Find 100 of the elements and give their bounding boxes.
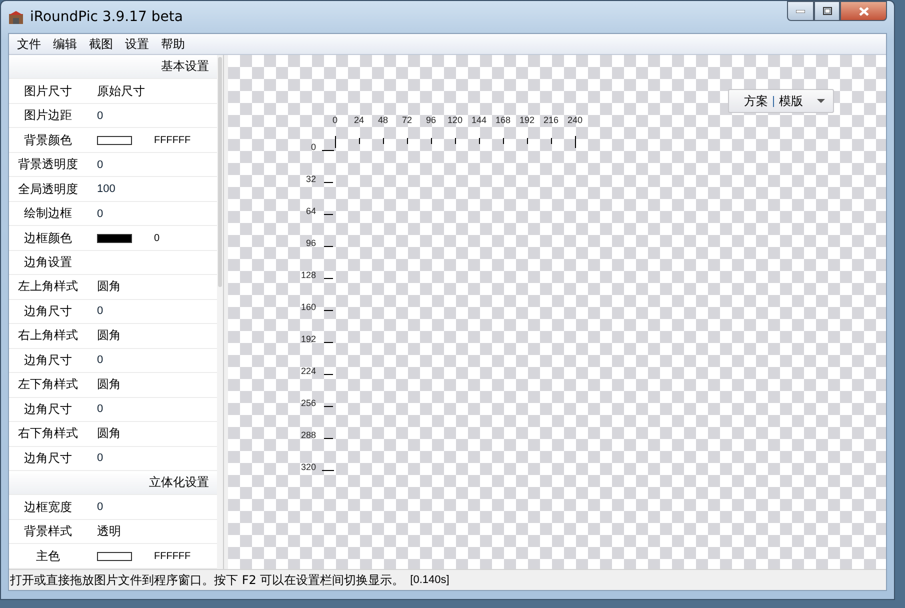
ruler-label: 64 xyxy=(304,206,316,216)
ruler-tick xyxy=(407,138,408,144)
ruler-label: 120 xyxy=(447,115,463,125)
ruler-tick xyxy=(551,138,552,144)
property-label: 左下角样式 xyxy=(17,376,79,394)
ruler-label: 96 xyxy=(424,115,437,125)
property-value: 透明 xyxy=(97,523,121,540)
property-label: 边框颜色 xyxy=(23,230,73,247)
property-label: 边角尺寸 xyxy=(23,400,73,418)
ruler-label: 256 xyxy=(300,398,316,408)
menu-item[interactable]: 截图 xyxy=(83,34,119,54)
property-label: 图片尺寸 xyxy=(23,82,73,100)
ruler-tick xyxy=(527,138,528,144)
ruler-tick xyxy=(322,150,334,151)
property-label: 左上角样式 xyxy=(17,278,79,296)
ruler-tick xyxy=(324,342,333,343)
property-label: 图片边距 xyxy=(23,107,73,124)
ruler-tick xyxy=(575,136,576,148)
ruler-tick xyxy=(431,138,432,144)
property-label: 背景颜色 xyxy=(23,132,73,149)
caret-icon xyxy=(817,99,825,103)
property-value: 0 xyxy=(97,354,104,366)
property-label: 边角尺寸 xyxy=(23,302,73,320)
ruler-tick xyxy=(324,438,333,439)
property-label: 背景透明度 xyxy=(17,156,79,174)
minimize-button[interactable] xyxy=(787,1,814,21)
color-swatch[interactable] xyxy=(97,234,132,243)
property-value: 0 xyxy=(97,158,104,171)
ruler-tick xyxy=(324,246,333,247)
property-value: FFFFFF xyxy=(154,134,191,146)
ruler-tick xyxy=(322,470,334,471)
property-value: 0 xyxy=(97,403,104,416)
property-label: 边角设置 xyxy=(23,254,73,271)
color-swatch[interactable] xyxy=(97,136,132,145)
ruler-label: 24 xyxy=(352,115,365,125)
ruler-label: 288 xyxy=(300,430,316,440)
scrollbar-thumb[interactable] xyxy=(218,57,222,287)
property-label: 右下角样式 xyxy=(17,425,79,442)
app-icon xyxy=(8,10,24,24)
ruler-tick xyxy=(324,374,333,375)
ruler-tick xyxy=(383,138,384,144)
maximize-button[interactable] xyxy=(814,1,840,21)
ruler-tick xyxy=(455,138,456,144)
property-value: FFFFFF xyxy=(154,550,191,562)
ruler-label: 240 xyxy=(567,115,583,125)
ruler-label: 224 xyxy=(300,366,316,376)
ruler-label: 0 xyxy=(331,115,338,125)
ruler-label: 144 xyxy=(471,115,487,125)
menu-item[interactable]: 文件 xyxy=(11,34,47,54)
ruler-tick xyxy=(324,182,333,183)
property-value: 0 xyxy=(97,452,104,464)
property-value: 0 xyxy=(154,232,160,244)
ruler-label: 160 xyxy=(300,302,316,312)
menu-item[interactable]: 设置 xyxy=(119,34,155,54)
ruler-tick xyxy=(503,138,504,144)
ruler-tick xyxy=(324,406,333,407)
ruler-tick xyxy=(335,136,336,148)
ruler-tick xyxy=(359,138,360,144)
property-value: 0 xyxy=(97,305,104,318)
property-value: 圆角 xyxy=(97,278,121,296)
menu-item[interactable]: 编辑 xyxy=(47,34,83,54)
property-label: 全局透明度 xyxy=(17,180,79,198)
color-swatch[interactable] xyxy=(97,552,132,561)
menu-item[interactable]: 帮助 xyxy=(155,34,191,54)
property-value: 原始尺寸 xyxy=(97,82,145,100)
ruler-tick xyxy=(324,278,333,279)
close-icon xyxy=(858,6,868,16)
ruler-label: 0 xyxy=(310,142,316,152)
close-button[interactable] xyxy=(840,1,887,21)
property-value: 0 xyxy=(97,501,104,514)
ruler-label: 192 xyxy=(300,334,316,344)
property-value: 0 xyxy=(97,208,104,220)
property-value: 圆角 xyxy=(97,327,121,344)
status-timing: [0.140s] xyxy=(410,574,450,586)
ruler-label: 320 xyxy=(300,462,316,472)
property-label: 边框宽度 xyxy=(23,498,73,516)
ruler-label: 32 xyxy=(304,174,316,184)
ruler-tick xyxy=(479,138,480,144)
ruler-label: 216 xyxy=(543,115,559,125)
minimize-icon xyxy=(796,10,805,12)
ruler-label: 168 xyxy=(495,115,511,125)
window-title: iRoundPic 3.9.17 beta xyxy=(30,9,183,25)
status-message: 打开或直接拖放图片文件到程序窗口。按下 F2 可以在设置栏间切换显示。 xyxy=(10,572,404,588)
ruler-label: 96 xyxy=(304,238,316,248)
scheme-dropdown[interactable]: 方案 模版 xyxy=(728,89,834,113)
property-value: 圆角 xyxy=(97,425,121,442)
ruler-label: 128 xyxy=(300,270,316,280)
ruler-tick xyxy=(324,214,333,215)
ruler-label: 192 xyxy=(519,115,535,125)
ruler-label: 48 xyxy=(376,115,389,125)
property-label: 边角尺寸 xyxy=(23,450,73,467)
property-label: 背景样式 xyxy=(23,523,73,540)
property-label: 右上角样式 xyxy=(17,327,79,344)
scrollbar[interactable] xyxy=(217,55,223,569)
property-value: 圆角 xyxy=(97,376,121,394)
property-label: 边角尺寸 xyxy=(23,352,73,369)
ruler-tick xyxy=(324,310,333,311)
property-value: 100 xyxy=(97,183,116,196)
property-value: 0 xyxy=(97,110,104,122)
ruler-label: 72 xyxy=(400,115,413,125)
